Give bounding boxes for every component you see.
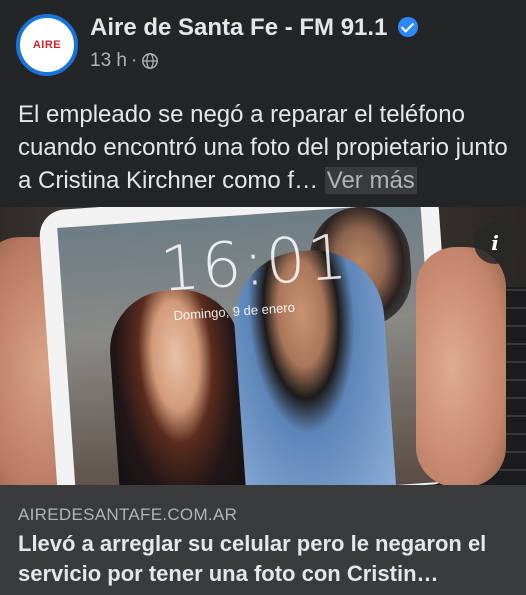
link-title: Llevó a arreglar su celular pero le nega… bbox=[18, 531, 487, 586]
post-body: El empleado se negó a reparar el teléfon… bbox=[18, 101, 508, 194]
page-avatar[interactable]: AIRE bbox=[16, 14, 78, 76]
phone-lock-screen: 16:01 Domingo, 9 de enero bbox=[57, 207, 440, 485]
link-preview[interactable]: AIREDESANTAFE.COM.AR Llevó a arreglar su… bbox=[0, 485, 526, 595]
facebook-post: AIRE Aire de Santa Fe - FM 91.1 13 h · E… bbox=[0, 0, 526, 595]
meta-separator: · bbox=[130, 50, 138, 71]
link-preview-image[interactable]: 16:01 Domingo, 9 de enero i bbox=[0, 207, 526, 485]
post-timestamp[interactable]: 13 h bbox=[90, 50, 127, 72]
hand-right bbox=[416, 247, 506, 485]
post-header: AIRE Aire de Santa Fe - FM 91.1 13 h · bbox=[0, 0, 526, 90]
phone-photo: 16:01 Domingo, 9 de enero bbox=[38, 207, 458, 485]
info-icon[interactable]: i bbox=[474, 222, 516, 264]
page-name-link[interactable]: Aire de Santa Fe - FM 91.1 bbox=[90, 14, 419, 42]
globe-icon[interactable] bbox=[141, 52, 159, 70]
see-more-link[interactable]: Ver más bbox=[324, 167, 417, 194]
link-domain: AIREDESANTAFE.COM.AR bbox=[18, 505, 238, 524]
verified-badge-icon bbox=[398, 16, 419, 37]
post-text: El empleado se negó a reparar el teléfon… bbox=[18, 98, 513, 197]
post-meta: 13 h · bbox=[90, 50, 159, 72]
aire-logo: AIRE bbox=[32, 39, 62, 51]
page-name: Aire de Santa Fe - FM 91.1 bbox=[90, 14, 388, 41]
lock-screen-time: 16:01 bbox=[157, 219, 352, 306]
